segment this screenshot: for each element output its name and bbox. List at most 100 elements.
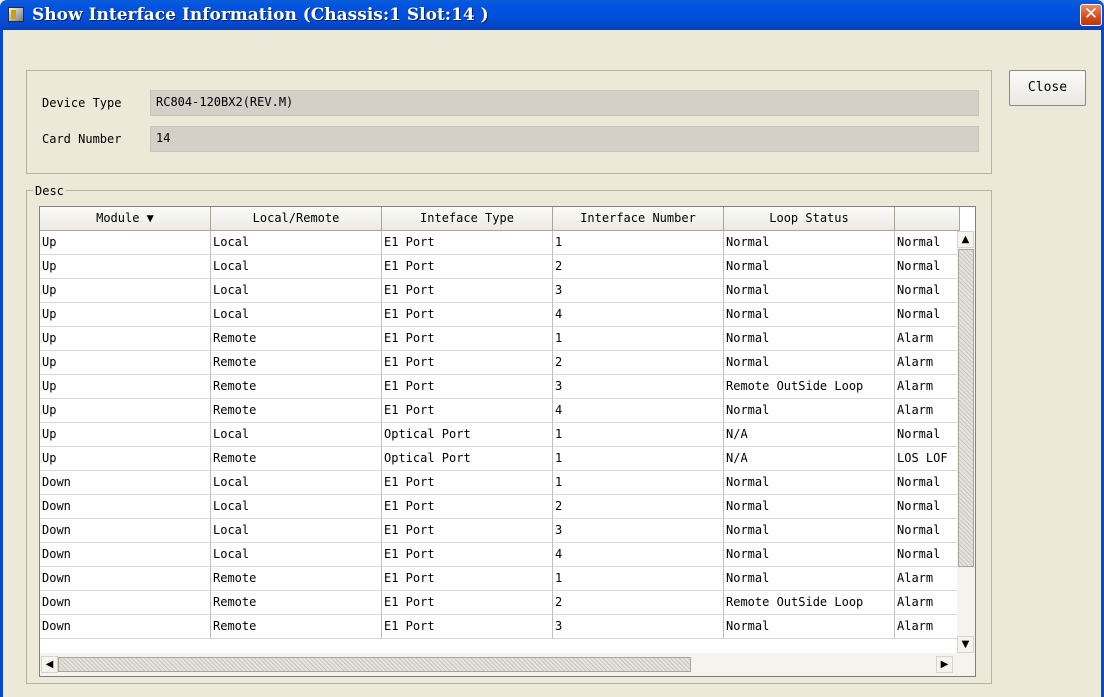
table-cell-module: Up	[40, 351, 211, 375]
table-cell-local-remote: Local	[211, 495, 382, 519]
table-cell-interface-number: 3	[553, 279, 724, 303]
table-cell-local-remote: Remote	[211, 351, 382, 375]
scroll-left-icon[interactable]: ◀	[41, 656, 58, 673]
scroll-up-icon[interactable]: ▲	[957, 231, 974, 248]
table-cell-interface-type: E1 Port	[382, 279, 553, 303]
app-icon	[8, 7, 24, 22]
table-cell-local-remote: Remote	[211, 327, 382, 351]
scroll-right-icon[interactable]: ▶	[936, 656, 953, 673]
table-row[interactable]: Up Remote E1 Port 2 Normal Alarm	[40, 351, 960, 375]
table-cell-module: Up	[40, 447, 211, 471]
table-cell-alarm-status: Alarm	[895, 591, 960, 615]
table-row[interactable]: Up Local Optical Port 1 N/A Normal	[40, 423, 960, 447]
table-cell-interface-type: E1 Port	[382, 615, 553, 639]
device-type-field: RC804-120BX2(REV.M)	[150, 90, 979, 116]
vertical-scrollbar[interactable]: ▲ ▼	[957, 231, 975, 653]
table-cell-alarm-status: Alarm	[895, 399, 960, 423]
table-cell-interface-type: Optical Port	[382, 423, 553, 447]
table-cell-interface-type: E1 Port	[382, 231, 553, 255]
table-row[interactable]: Up Local E1 Port 4 Normal Normal	[40, 303, 960, 327]
table-row[interactable]: Down Remote E1 Port 3 Normal Alarm	[40, 615, 960, 639]
table-cell-alarm-status: Normal	[895, 519, 960, 543]
table-cell-interface-number: 1	[553, 471, 724, 495]
table-cell-loop-status: Normal	[724, 567, 895, 591]
table-cell-alarm-status: Alarm	[895, 567, 960, 591]
column-header-alarm-status[interactable]	[895, 207, 960, 231]
device-info-panel: Device Type RC804-120BX2(REV.M) Card Num…	[26, 70, 992, 174]
table-header: Module ▼ Local/Remote Inteface Type Interfa…	[40, 207, 960, 231]
table-cell-alarm-status: Normal	[895, 471, 960, 495]
table-row[interactable]: Down Local E1 Port 1 Normal Normal	[40, 471, 960, 495]
close-button[interactable]: Close	[1009, 70, 1086, 106]
table-cell-interface-type: E1 Port	[382, 399, 553, 423]
table-row[interactable]: Up Remote E1 Port 3 Remote OutSide Loop Alarm	[40, 375, 960, 399]
table-cell-loop-status: N/A	[724, 423, 895, 447]
table-row[interactable]: Up Remote E1 Port 4 Normal Alarm	[40, 399, 960, 423]
card-number-label: Card Number	[42, 132, 122, 146]
table-cell-interface-type: E1 Port	[382, 471, 553, 495]
table-cell-local-remote: Local	[211, 423, 382, 447]
table-cell-interface-number: 1	[553, 423, 724, 447]
table-cell-loop-status: Normal	[724, 615, 895, 639]
table-cell-module: Down	[40, 495, 211, 519]
table-cell-local-remote: Local	[211, 255, 382, 279]
table-cell-interface-number: 3	[553, 375, 724, 399]
window-close-icon[interactable]: ✕	[1080, 4, 1102, 26]
table-cell-interface-number: 3	[553, 519, 724, 543]
table-cell-module: Up	[40, 255, 211, 279]
table-row[interactable]: Up Local E1 Port 3 Normal Normal	[40, 279, 960, 303]
table-cell-interface-number: 1	[553, 447, 724, 471]
table-cell-loop-status: Normal	[724, 351, 895, 375]
table-cell-interface-number: 4	[553, 543, 724, 567]
horizontal-scroll-thumb[interactable]	[58, 657, 691, 672]
table-cell-local-remote: Local	[211, 279, 382, 303]
column-header-interface-type[interactable]: Inteface Type	[382, 207, 553, 231]
table-cell-local-remote: Local	[211, 519, 382, 543]
table-row[interactable]: Up Local E1 Port 1 Normal Normal	[40, 231, 960, 255]
table-cell-interface-type: E1 Port	[382, 375, 553, 399]
table-cell-interface-number: 4	[553, 303, 724, 327]
vertical-scroll-thumb[interactable]	[958, 249, 974, 567]
interface-table: Module ▼ Local/Remote Inteface Type Interfa…	[39, 206, 976, 677]
table-row[interactable]: Down Local E1 Port 4 Normal Normal	[40, 543, 960, 567]
table-cell-alarm-status: Normal	[895, 495, 960, 519]
table-cell-alarm-status: Alarm	[895, 351, 960, 375]
table-row[interactable]: Down Remote E1 Port 1 Normal Alarm	[40, 567, 960, 591]
table-row[interactable]: Down Local E1 Port 3 Normal Normal	[40, 519, 960, 543]
column-header-local-remote[interactable]: Local/Remote	[211, 207, 382, 231]
table-cell-module: Down	[40, 591, 211, 615]
column-header-loop-status[interactable]: Loop Status	[724, 207, 895, 231]
table-cell-module: Down	[40, 615, 211, 639]
table-row[interactable]: Down Local E1 Port 2 Normal Normal	[40, 495, 960, 519]
column-header-interface-number[interactable]: Interface Number	[553, 207, 724, 231]
table-cell-loop-status: Normal	[724, 231, 895, 255]
scroll-down-icon[interactable]: ▼	[957, 636, 974, 653]
table-row[interactable]: Down Remote E1 Port 2 Remote OutSide Loop Ala…	[40, 591, 960, 615]
table-cell-module: Up	[40, 327, 211, 351]
horizontal-scrollbar[interactable]: ◀ ▶	[40, 653, 957, 676]
table-cell-module: Up	[40, 423, 211, 447]
table-row[interactable]: Up Remote E1 Port 1 Normal Alarm	[40, 327, 960, 351]
column-header-module[interactable]: Module ▼	[40, 207, 211, 231]
table-cell-local-remote: Local	[211, 471, 382, 495]
table-cell-interface-type: E1 Port	[382, 303, 553, 327]
table-cell-loop-status: Normal	[724, 543, 895, 567]
table-cell-alarm-status: Alarm	[895, 327, 960, 351]
table-cell-local-remote: Remote	[211, 567, 382, 591]
table-row[interactable]: Up Local E1 Port 2 Normal Normal	[40, 255, 960, 279]
title-bar[interactable]: Show Interface Information (Chassis:1 Sl…	[0, 0, 1104, 30]
table-row[interactable]: Up Remote Optical Port 1 N/A LOS LOF	[40, 447, 960, 471]
table-cell-alarm-status: Normal	[895, 303, 960, 327]
card-number-field: 14	[150, 126, 979, 152]
table-cell-loop-status: Normal	[724, 471, 895, 495]
table-cell-interface-type: E1 Port	[382, 351, 553, 375]
table-cell-interface-type: E1 Port	[382, 519, 553, 543]
table-cell-interface-number: 1	[553, 327, 724, 351]
table-cell-alarm-status: LOS LOF	[895, 447, 960, 471]
table-cell-interface-number: 4	[553, 399, 724, 423]
table-cell-alarm-status: Alarm	[895, 615, 960, 639]
table-cell-local-remote: Local	[211, 231, 382, 255]
table-cell-interface-number: 2	[553, 591, 724, 615]
table-cell-interface-type: E1 Port	[382, 495, 553, 519]
table-cell-module: Up	[40, 375, 211, 399]
